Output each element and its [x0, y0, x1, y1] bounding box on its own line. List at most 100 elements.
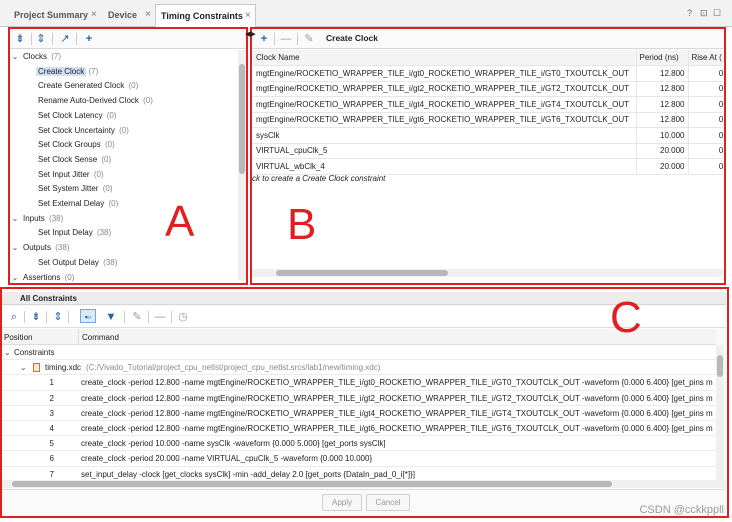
tree-item[interactable]: Set Output Delay (38) [8, 256, 238, 271]
apply-button[interactable]: Apply [322, 494, 362, 511]
toolbar-separator [24, 311, 25, 323]
constraint-row[interactable]: 1 create_clock -period 12.800 -name mgtEn… [0, 375, 716, 391]
tree-item[interactable]: Set Clock Sense (0) [8, 153, 238, 168]
column-header-rise-at[interactable]: Rise At ( [688, 50, 723, 66]
column-header-position[interactable]: Position [4, 333, 32, 342]
rise-at-cell: 0. [688, 65, 723, 82]
tree-item[interactable]: Set System Jitter (0) [8, 182, 238, 197]
constraint-command: create_clock -period 12.800 -name mgtEng… [81, 378, 713, 388]
tree-item[interactable]: Set Clock Groups (0) [8, 138, 238, 153]
clock-name-cell: mgtEngine/ROCKETIO_WRAPPER_TILE_i/gt6_RO… [253, 112, 637, 128]
toolbar-separator [124, 311, 125, 323]
collapse-all-icon[interactable]: ⇟ [30, 310, 42, 324]
column-header-command[interactable]: Command [82, 333, 119, 342]
maximize-icon[interactable]: ☐ [713, 8, 721, 19]
constraint-row[interactable]: 3 create_clock -period 12.800 -name mgtEn… [0, 406, 716, 421]
tree-item-text: Set Clock Groups (0) [36, 138, 115, 153]
add-icon[interactable]: + [258, 32, 270, 46]
scrollbar-thumb[interactable] [239, 64, 245, 174]
expand-all-icon[interactable]: ⇕ [35, 32, 47, 46]
constraints-h-scrollbar[interactable] [0, 480, 726, 488]
remove-icon[interactable]: — [154, 310, 166, 324]
tree-category[interactable]: ⌄ Outputs (38) [8, 241, 238, 256]
cancel-button[interactable]: Cancel [366, 494, 410, 511]
chevron-down-icon[interactable]: ⌄ [11, 212, 19, 227]
restore-icon[interactable]: ⊡ [700, 8, 708, 19]
tree-item[interactable]: Set Input Delay (38) [8, 226, 238, 241]
scrollbar-thumb[interactable] [12, 481, 612, 487]
create-hint[interactable]: ck to create a Create Clock constraint [252, 174, 385, 183]
close-icon[interactable]: × [245, 5, 251, 27]
add-constraint-icon[interactable]: + [82, 32, 96, 46]
tree-item-text: Clocks (7) [21, 50, 61, 65]
tree-category[interactable]: ⌄ Inputs (38) [8, 212, 238, 227]
splitter-arrows-icon[interactable]: ◀▶ [245, 30, 256, 38]
tree-item[interactable]: Set Clock Latency (0) [8, 109, 238, 124]
collapse-all-icon[interactable]: ⇟ [14, 32, 26, 46]
constraint-command: create_clock -period 12.800 -name mgtEng… [81, 424, 713, 433]
constraint-row[interactable]: 4 create_clock -period 12.800 -name mgtEn… [0, 421, 716, 437]
constraint-row[interactable]: 5 create_clock -period 10.000 -name sysCl… [0, 436, 716, 452]
tree-item[interactable]: Set Input Jitter (0) [8, 168, 238, 183]
scrollbar-thumb[interactable] [276, 270, 448, 276]
table-scrollbar[interactable] [252, 269, 723, 277]
close-icon[interactable]: × [145, 4, 151, 26]
chevron-down-icon[interactable]: ⌄ [4, 345, 11, 360]
tree-item-count: (7) [51, 52, 62, 61]
tree-item-label: Inputs [23, 213, 45, 223]
edit-icon[interactable]: ✎ [303, 32, 315, 46]
tree-item[interactable]: Create Clock (7) [8, 65, 238, 80]
chevron-down-icon[interactable]: ⌄ [11, 271, 19, 286]
tab-timing-constraints[interactable]: Timing Constraints × [155, 4, 256, 27]
table-row[interactable]: VIRTUAL_cpuClk_520.0000. [253, 143, 723, 159]
tree-category[interactable]: ⌄ Assertions (0) [8, 271, 238, 286]
table-row[interactable]: mgtEngine/ROCKETIO_WRAPPER_TILE_i/gt6_RO… [253, 112, 723, 128]
tab-project-summary[interactable]: Project Summary × [0, 4, 103, 27]
constraint-position: 2 [49, 393, 54, 403]
tree-item[interactable]: Set Clock Uncertainty (0) [8, 124, 238, 139]
timer-icon[interactable]: ◷ [177, 310, 189, 324]
search-icon[interactable]: ⌕ [8, 310, 20, 324]
tab-device[interactable]: Device × [94, 4, 160, 27]
remove-icon[interactable]: — [280, 32, 292, 46]
table-row[interactable]: mgtEngine/ROCKETIO_WRAPPER_TILE_i/gt0_RO… [253, 65, 723, 82]
table-row[interactable]: VIRTUAL_wbClk_420.0000. [253, 158, 723, 175]
tree-scrollbar[interactable] [238, 50, 246, 280]
table-row[interactable]: mgtEngine/ROCKETIO_WRAPPER_TILE_i/gt4_RO… [253, 96, 723, 113]
tree-item[interactable]: Rename Auto-Derived Clock (0) [8, 94, 238, 109]
tree-item-text: Set Input Delay (38) [36, 226, 111, 241]
tree-file-timing-xdc[interactable]: ⌄ timing.xdc (C:/Vivado_Tutorial/project… [0, 360, 716, 376]
filter-icon[interactable]: ▼ [104, 310, 118, 324]
tree-category[interactable]: ⌄ Clocks (7) [8, 50, 238, 65]
table-row[interactable]: sysClk10.0000. [253, 127, 723, 144]
tree-item[interactable]: Set External Delay (0) [8, 197, 238, 212]
table-row[interactable]: mgtEngine/ROCKETIO_WRAPPER_TILE_i/gt2_RO… [253, 81, 723, 97]
edit-icon[interactable]: ✎ [131, 310, 143, 324]
column-header-clock-name[interactable]: Clock Name [253, 50, 637, 66]
help-icon[interactable]: ? [687, 8, 692, 18]
constraint-row[interactable]: 2 create_clock -period 12.800 -name mgtEn… [0, 391, 716, 406]
tree-item-text: Set Clock Latency (0) [36, 109, 117, 124]
tree-item[interactable]: Create Generated Clock (0) [8, 79, 238, 94]
pin-icon[interactable]: ↗ [59, 32, 71, 46]
constraint-position: 6 [49, 454, 54, 464]
tree-group-constraints[interactable]: ⌄ Constraints [0, 345, 716, 361]
column-header-period[interactable]: Period (ns) [636, 50, 689, 66]
tree-item-label: Create Clock [36, 66, 87, 76]
chevron-down-icon[interactable]: ⌄ [11, 241, 19, 256]
constraints-scrollbar[interactable] [716, 345, 724, 480]
chevron-down-icon[interactable]: ⌄ [11, 50, 19, 65]
constraints-header-row: Position Command [0, 329, 716, 345]
editor-tab-bar: Project Summary × Device × Timing Constr… [0, 0, 732, 27]
scrollbar-thumb[interactable] [717, 355, 723, 377]
chevron-down-icon[interactable]: ⌄ [20, 360, 27, 375]
tab-label: Timing Constraints [161, 11, 243, 21]
period-cell: 20.000 [636, 158, 689, 175]
constraint-row[interactable]: 6 create_clock -period 20.000 -name VIRTU… [0, 451, 716, 467]
expand-all-icon[interactable]: ⇕ [52, 310, 64, 324]
footer-divider [0, 489, 726, 490]
pane-title: All Constraints [20, 294, 77, 303]
constraint-position: 5 [49, 439, 54, 449]
group-by-file-icon[interactable]: ▪▫ [80, 309, 96, 323]
annotation-label-c: C [610, 293, 642, 342]
